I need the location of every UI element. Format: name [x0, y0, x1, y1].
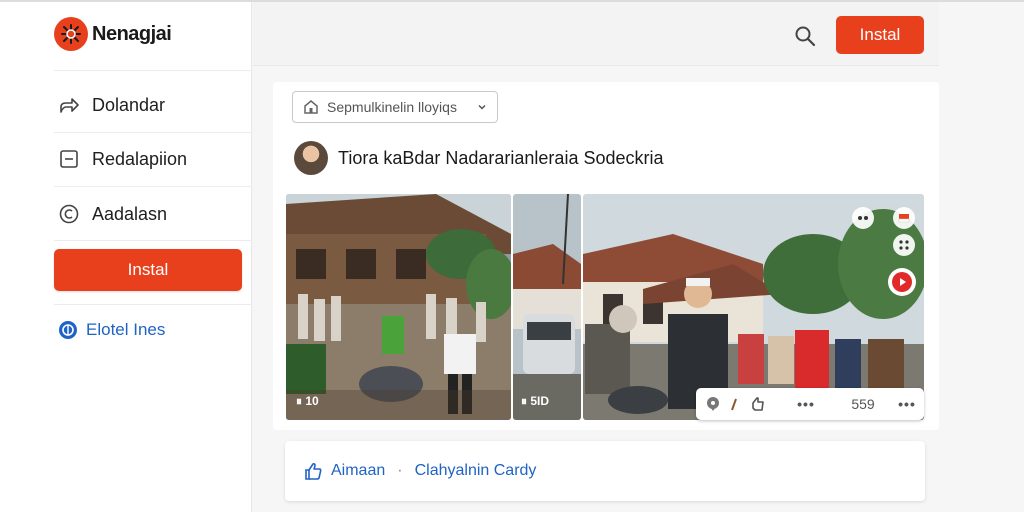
- sidebar-item-redalapiion[interactable]: Redalapiion: [56, 139, 246, 179]
- sidebar-divider: [54, 304, 252, 305]
- grid-dots-icon[interactable]: [893, 234, 915, 256]
- reactions-icon[interactable]: [852, 207, 874, 229]
- thumbs-up-icon[interactable]: [303, 461, 323, 481]
- post-action-bar: ••• 559 •••: [696, 388, 924, 420]
- circle-c-icon: [56, 201, 82, 227]
- home-icon: [303, 99, 319, 115]
- record-icon[interactable]: [888, 268, 916, 296]
- sidebar-divider: [54, 240, 252, 241]
- comment-icon[interactable]: [696, 388, 730, 420]
- sidebar-divider: [54, 70, 252, 71]
- search-icon[interactable]: [793, 24, 817, 48]
- edit-stroke-icon: [730, 388, 738, 420]
- sidebar-item-label: Aadalasn: [92, 203, 168, 224]
- reaction-count: 559: [851, 396, 875, 412]
- install-button-header[interactable]: Instal: [836, 16, 924, 54]
- sidebar-item-label: Redalapiion: [92, 148, 188, 169]
- sidebar-item-aadalasn[interactable]: Aadalasn: [56, 194, 246, 234]
- sidebar-divider: [54, 132, 252, 133]
- post-video-thumbnail[interactable]: [513, 194, 581, 420]
- post-author: Tiora kaBdar Nadararianleraia Sodeckria: [294, 141, 664, 175]
- sidebar: Nenagjai Dolandar Redalapiion Aadalasn I…: [0, 2, 252, 512]
- like-label[interactable]: Aimaan: [331, 462, 385, 480]
- sidebar-divider: [54, 186, 252, 187]
- dropdown-value: Sepmulkinelin lloyiqs: [327, 99, 457, 115]
- separator-dot: ·: [397, 462, 403, 479]
- flag-icon[interactable]: [893, 207, 915, 229]
- app-name: Nenagjai: [92, 22, 172, 45]
- footer-link[interactable]: Clahyalnin Cardy: [415, 462, 537, 480]
- sidebar-link-label: Elotel Ines: [86, 320, 166, 339]
- sidebar-item-dolandar[interactable]: Dolandar: [56, 85, 246, 125]
- like-icon[interactable]: [738, 388, 778, 420]
- app-logo[interactable]: Nenagjai: [54, 17, 172, 51]
- globe-badge-icon: [58, 320, 78, 340]
- install-button-sidebar[interactable]: Instal: [54, 249, 242, 291]
- post-video-thumbnail[interactable]: [286, 194, 511, 420]
- more-options-button[interactable]: •••: [892, 388, 922, 420]
- sidebar-link[interactable]: Elotel Ines: [58, 320, 165, 340]
- video-badge-b: ⏸ 5ID: [521, 394, 550, 408]
- chevron-down-icon: [477, 102, 487, 112]
- post-title: Tiora kaBdar Nadararianleraia Sodeckria: [338, 147, 664, 168]
- video-badge-a: ⏸ 10: [296, 394, 319, 408]
- post-footer-bar: Aimaan · Clahyalnin Cardy: [285, 441, 925, 501]
- logo-badge-icon: [54, 17, 88, 51]
- avatar[interactable]: [294, 141, 328, 175]
- post-photo-main[interactable]: [583, 194, 924, 420]
- more-options-button[interactable]: •••: [778, 388, 834, 420]
- sidebar-item-label: Dolandar: [92, 94, 166, 115]
- square-minus-icon: [56, 146, 82, 172]
- feed-selector-dropdown[interactable]: Sepmulkinelin lloyiqs: [292, 91, 498, 123]
- share-arrow-icon: [56, 92, 82, 118]
